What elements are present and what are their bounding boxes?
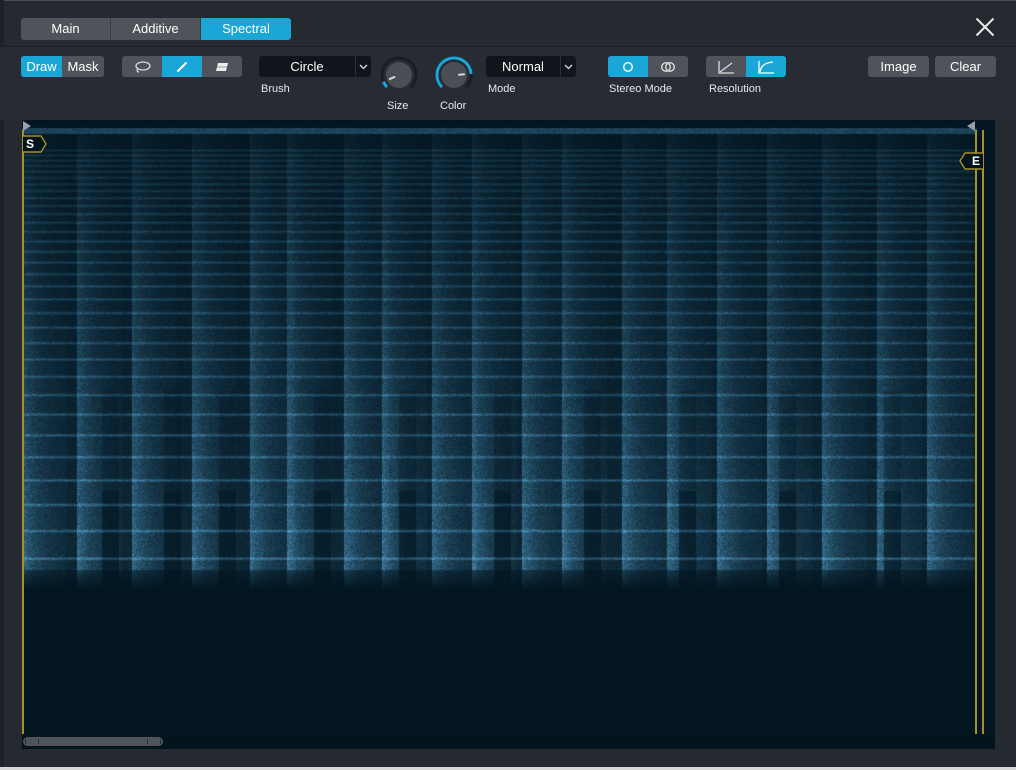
close-icon[interactable] <box>974 16 996 38</box>
start-marker-label: S <box>26 137 35 151</box>
resolution-toggle <box>706 56 786 77</box>
end-marker-label: E <box>972 154 981 168</box>
size-knob[interactable] <box>379 55 419 95</box>
resolution-linear-button[interactable] <box>706 56 746 77</box>
lasso-tool-button[interactable] <box>122 56 162 77</box>
tool-selector <box>122 56 242 77</box>
end-marker-line-2 <box>982 130 984 734</box>
horizontal-scrollbar[interactable] <box>22 734 995 749</box>
stereo-mode-toggle <box>608 56 688 77</box>
image-button[interactable]: Image <box>868 56 929 77</box>
tab-bar: Main Additive Spectral <box>21 18 291 40</box>
stereo-mode-mono-button[interactable] <box>608 56 648 77</box>
color-label: Color <box>440 100 467 112</box>
color-knob[interactable] <box>434 55 474 95</box>
mode-label: Mode <box>488 83 516 95</box>
spectrogram-canvas[interactable] <box>22 120 995 749</box>
chevron-down-icon <box>355 56 371 77</box>
mode-dropdown[interactable]: Normal <box>486 56 576 77</box>
tab-additive[interactable]: Additive <box>111 18 201 40</box>
mask-button[interactable]: Mask <box>62 56 104 77</box>
mode-value: Normal <box>502 59 544 74</box>
tab-spectral[interactable]: Spectral <box>201 18 291 40</box>
stereo-mode-label: Stereo Mode <box>609 83 672 95</box>
pencil-icon <box>177 61 187 72</box>
log-icon <box>758 60 774 74</box>
knob-body <box>386 62 412 88</box>
size-label: Size <box>387 100 409 112</box>
clear-button[interactable]: Clear <box>935 56 996 77</box>
stereo-icon <box>660 61 676 72</box>
eraser-tool-button[interactable] <box>202 56 242 77</box>
end-marker-flag[interactable] <box>958 152 984 170</box>
scrollbar-thumb[interactable] <box>23 737 163 746</box>
knob-value-arc <box>382 81 389 89</box>
spectrogram-display[interactable]: S E <box>22 120 995 749</box>
chevron-down-icon <box>560 56 576 77</box>
stereo-mode-stereo-button[interactable] <box>648 56 688 77</box>
tab-main[interactable]: Main <box>21 18 111 40</box>
pencil-tool-button[interactable] <box>162 56 202 77</box>
resolution-label: Resolution <box>709 83 761 95</box>
brush-label: Brush <box>261 83 290 95</box>
linear-icon <box>718 60 734 74</box>
brush-value: Circle <box>290 59 324 74</box>
draw-button[interactable]: Draw <box>21 56 62 77</box>
eraser-icon <box>216 62 228 71</box>
resolution-log-button[interactable] <box>746 56 786 77</box>
end-playhead-icon[interactable] <box>966 120 976 132</box>
draw-mask-toggle: Draw Mask <box>21 56 104 77</box>
start-playhead-icon[interactable] <box>22 120 32 132</box>
start-marker-line[interactable] <box>22 130 24 734</box>
scroll-grip-right[interactable] <box>147 739 161 744</box>
end-marker-line[interactable] <box>975 130 977 734</box>
lasso-icon <box>135 60 151 73</box>
brush-dropdown[interactable]: Circle <box>259 56 371 77</box>
mono-icon <box>622 61 634 72</box>
scroll-grip-left[interactable] <box>25 739 39 744</box>
